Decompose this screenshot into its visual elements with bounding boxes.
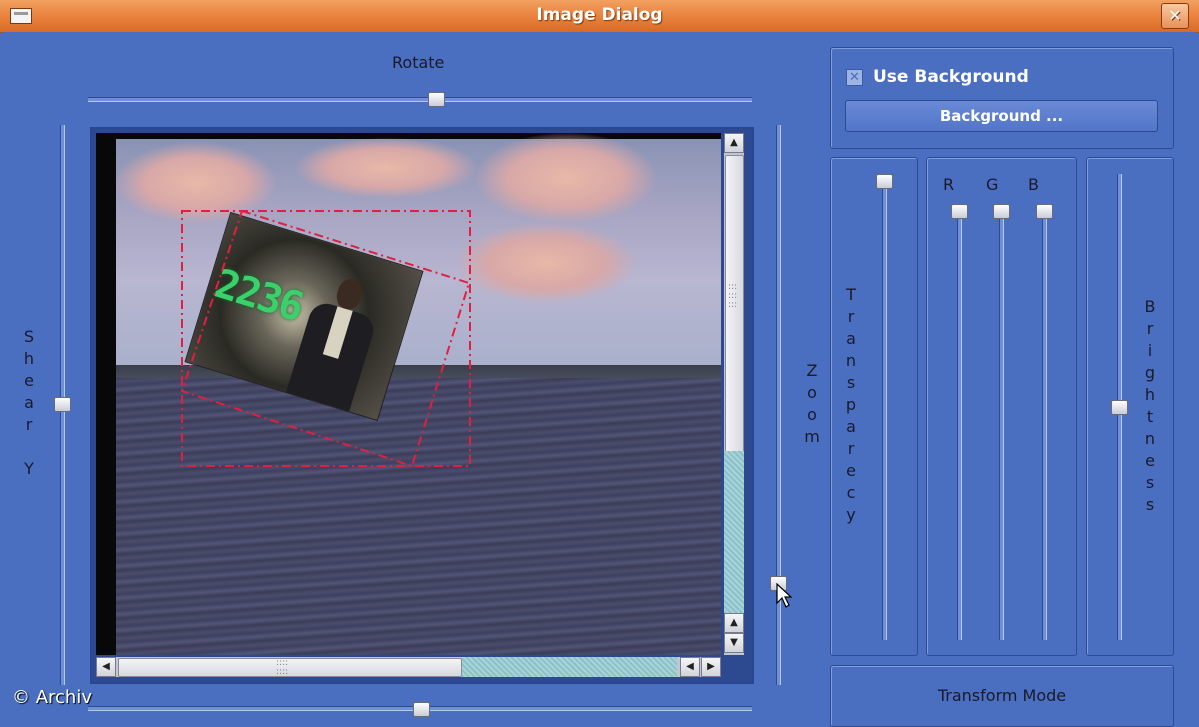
rgb-panel: R G B [926,157,1077,656]
rotate-label: Rotate [392,53,445,72]
brightness-label-letter: B [1144,297,1156,316]
rotate-slider[interactable] [88,97,752,102]
transparency-label-letter: e [846,461,856,480]
image-viewport[interactable]: 2236 ▲ ::::::::: ▲ ▼ ◀ :::::::: ◀ ▶ [90,127,754,684]
transparency-label-letter: s [846,373,856,392]
scroll-left-button[interactable]: ◀ [96,657,116,677]
brightness-label: Brightness [1142,296,1158,516]
brightness-label-letter: h [1144,385,1156,404]
horizontal-scrollbar[interactable]: ◀ :::::::: ◀ ▶ [96,657,721,677]
vertical-thumb-grip: ::::::::: [728,282,738,310]
title-bar[interactable]: Image Dialog ✕ [0,0,1199,33]
brightness-label-letter: n [1144,429,1156,448]
transparency-label-letter: a [846,329,856,348]
zoom-label-letter: o [807,405,817,424]
b-label: B [1028,175,1039,194]
shear-label-letter: a [24,393,34,412]
shear-label-letter: Y [24,459,34,478]
horizontal-scroll-thumb[interactable] [118,658,462,677]
green-slider-handle[interactable] [993,204,1010,219]
scroll-left-button-right[interactable]: ◀ [680,657,700,677]
use-background-label: Use Background [873,67,1029,87]
brightness-label-letter: r [1146,319,1154,338]
rotate-slider-handle[interactable] [428,92,445,107]
background-options-panel: ✕ Use Background Background ... [830,47,1174,149]
transparency-label-letter: a [846,417,856,436]
background-button[interactable]: Background ... [845,100,1158,132]
transparency-label-letter: T [846,285,856,304]
brightness-label-letter: s [1145,473,1155,492]
vertical-scroll-trough[interactable] [724,451,744,613]
transparency-slider[interactable] [882,180,887,640]
brightness-label-letter: s [1145,495,1155,514]
selection-frame[interactable] [96,133,721,655]
transparency-panel: Transparecy [830,157,918,656]
red-slider-handle[interactable] [951,204,968,219]
r-label: R [943,175,955,194]
blue-slider-handle[interactable] [1036,204,1053,219]
zoom-label-letter: Z [806,361,818,380]
transform-mode-panel: Transform Mode [830,665,1174,727]
transparency-label-letter: c [846,483,856,502]
transparency-label: Transparecy [843,284,859,526]
transparency-slider-handle[interactable] [876,174,893,189]
use-background-checkbox[interactable]: ✕ [846,69,863,86]
scroll-right-button[interactable]: ▶ [701,657,721,677]
brightness-panel: Brightness [1086,157,1174,656]
bottom-slider-handle[interactable] [413,702,430,717]
shear-label-letter: r [25,415,33,434]
shear-label-letter [21,436,37,458]
scroll-up-button-lower[interactable]: ▲ [724,613,744,633]
zoom-label-letter: m [804,427,820,446]
brightness-label-letter: t [1146,407,1154,426]
transparency-label-letter: r [847,439,855,458]
brightness-label-letter: e [1145,451,1155,470]
transparency-label-letter: n [845,351,857,370]
shear-y-slider-handle[interactable] [54,397,71,412]
blue-slider[interactable] [1042,208,1047,640]
zoom-label-letter: o [807,383,817,402]
brightness-label-letter: i [1147,341,1153,360]
horizontal-scroll-trough[interactable] [462,657,677,677]
green-slider[interactable] [999,208,1004,640]
shear-y-label: Shear Y [21,326,37,480]
mouse-pointer-icon [776,583,792,608]
horizontal-thumb-grip: :::::::: [276,658,289,677]
preview-image[interactable]: 2236 [96,133,721,655]
transparency-label-letter: p [845,395,857,414]
vertical-scrollbar[interactable]: ▲ ::::::::: ▲ ▼ [724,133,744,655]
scroll-down-button[interactable]: ▼ [724,633,744,653]
red-slider[interactable] [957,208,962,640]
transparency-label-letter: r [847,307,855,326]
transform-mode-label: Transform Mode [937,686,1067,705]
close-icon: ✕ [1168,6,1182,25]
shear-label-letter: e [24,371,34,390]
shear-label-letter: S [23,327,35,346]
scroll-up-button[interactable]: ▲ [724,133,744,153]
zoom-label: Zoom [804,360,820,448]
watermark: © Archiv [12,687,92,708]
close-button[interactable]: ✕ [1161,3,1189,29]
brightness-label-letter: g [1144,363,1156,382]
g-label: G [986,175,999,194]
brightness-slider-handle[interactable] [1111,400,1128,415]
transparency-label-letter: y [846,505,856,524]
shear-label-letter: h [23,349,35,368]
window-title: Image Dialog [536,5,663,25]
